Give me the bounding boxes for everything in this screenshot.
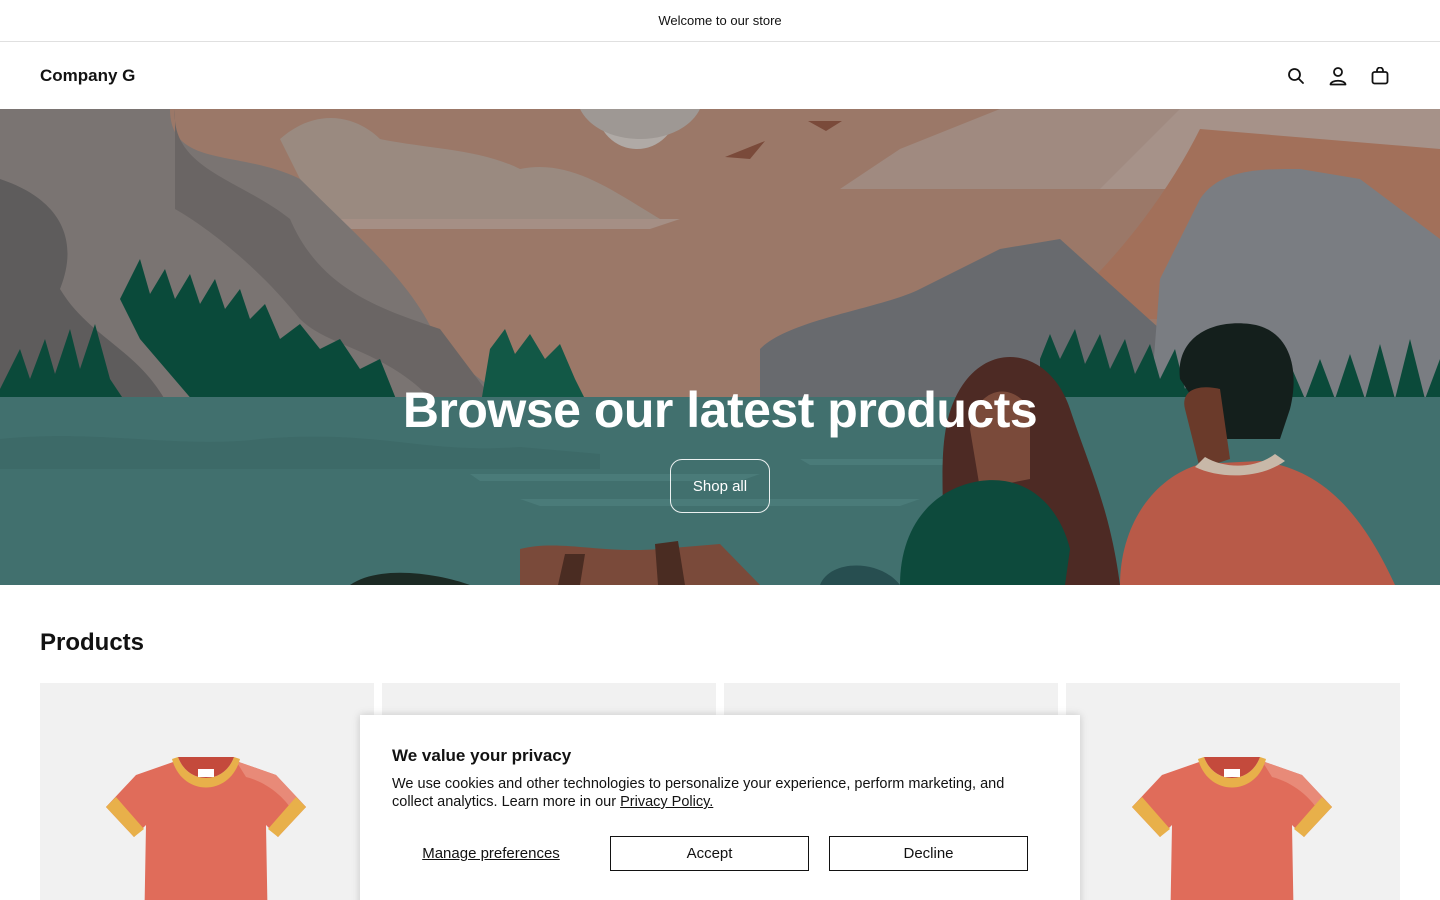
hero-illustration xyxy=(0,109,1440,585)
privacy-policy-link[interactable]: Privacy Policy. xyxy=(620,794,713,810)
t-shirt-icon xyxy=(1132,757,1332,900)
shop-all-button[interactable]: Shop all xyxy=(670,459,770,513)
site-header: Company G xyxy=(0,42,1440,109)
cookie-banner-actions: Manage preferences Accept Decline xyxy=(392,836,1048,871)
header-icons xyxy=(1286,66,1390,86)
accept-button[interactable]: Accept xyxy=(610,836,809,871)
search-icon[interactable] xyxy=(1286,66,1306,86)
t-shirt-icon xyxy=(106,757,306,900)
announcement-bar: Welcome to our store xyxy=(0,0,1440,42)
hero-title: Browse our latest products xyxy=(402,382,1038,438)
product-card[interactable] xyxy=(1066,683,1400,900)
decline-button[interactable]: Decline xyxy=(829,836,1028,871)
product-card[interactable] xyxy=(40,683,374,900)
cookie-banner-text: We use cookies and other technologies to… xyxy=(392,775,1042,811)
hero-content: Browse our latest products Shop all xyxy=(0,385,1440,513)
account-icon[interactable] xyxy=(1328,66,1348,86)
cart-icon[interactable] xyxy=(1370,66,1390,86)
cookie-banner-title: We value your privacy xyxy=(392,746,572,765)
manage-preferences-link[interactable]: Manage preferences xyxy=(392,845,590,862)
hero-banner: Browse our latest products Shop all xyxy=(0,109,1440,585)
products-heading: Products xyxy=(40,629,145,656)
cookie-banner: We value your privacy We use cookies and… xyxy=(360,715,1080,900)
announcement-text: Welcome to our store xyxy=(658,13,782,28)
store-logo[interactable]: Company G xyxy=(40,66,135,86)
